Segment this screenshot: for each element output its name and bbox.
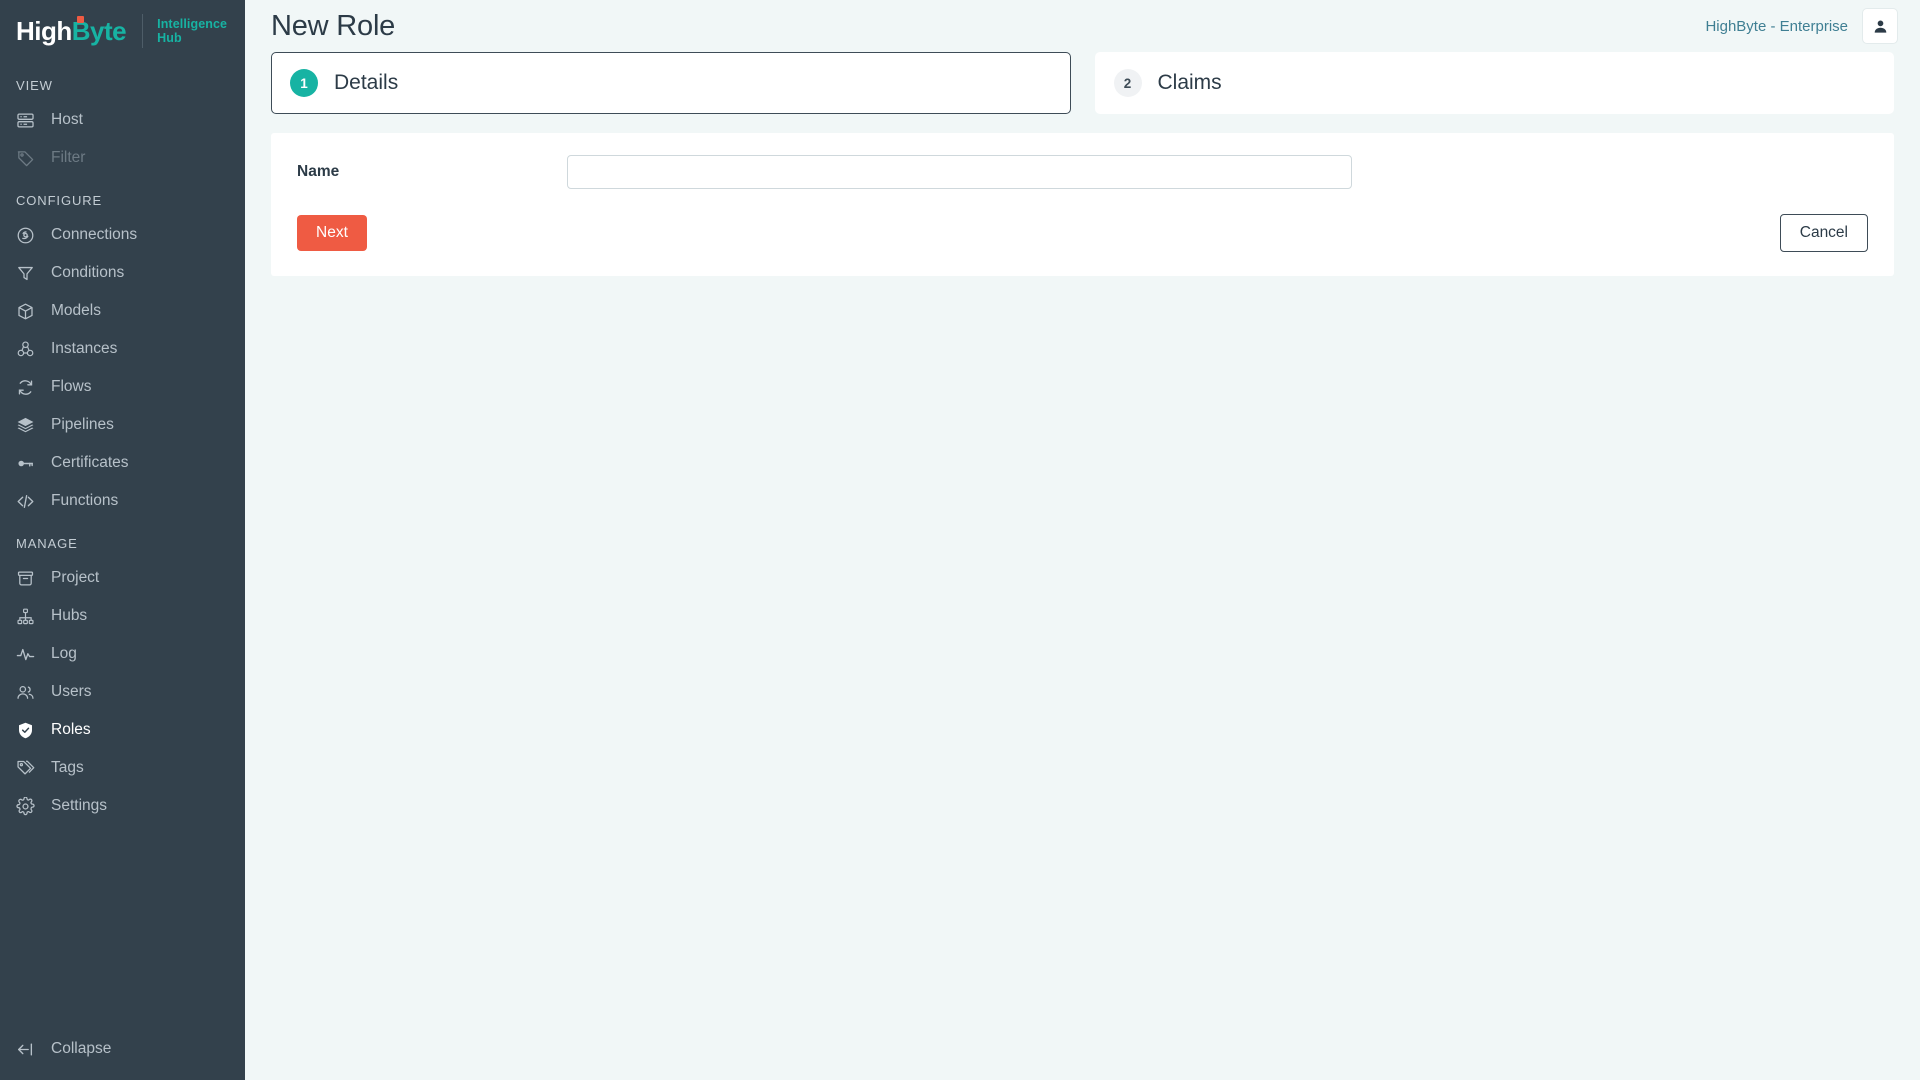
cancel-button[interactable]: Cancel bbox=[1779, 214, 1868, 252]
top-bar-right: HighByte - Enterprise bbox=[1705, 8, 1898, 44]
sidebar-item-hubs[interactable]: Hubs bbox=[0, 597, 245, 635]
tenant-label: HighByte - Enterprise bbox=[1705, 17, 1848, 35]
hierarchy-icon bbox=[16, 607, 42, 626]
tab-details[interactable]: 1 Details bbox=[271, 52, 1071, 114]
step-number-badge: 2 bbox=[1113, 69, 1142, 97]
logo-divider bbox=[142, 14, 144, 48]
details-form-panel: Name Next Cancel bbox=[271, 133, 1894, 276]
form-actions: Next Cancel bbox=[297, 214, 1868, 252]
users-icon bbox=[16, 683, 42, 702]
sidebar-item-label: Roles bbox=[51, 721, 91, 738]
name-input[interactable] bbox=[567, 155, 1352, 189]
sidebar-section-configure: CONFIGURE bbox=[16, 193, 103, 208]
refresh-circle-icon bbox=[16, 378, 42, 397]
name-field-row: Name bbox=[297, 155, 1868, 189]
logo-wordmark: HighByte bbox=[16, 16, 127, 46]
sidebar-item-label: Filter bbox=[51, 149, 86, 166]
sidebar-item-label: Instances bbox=[51, 340, 118, 357]
server-icon bbox=[16, 111, 42, 130]
user-menu-button[interactable] bbox=[1862, 8, 1898, 44]
sidebar-item-instances[interactable]: Instances bbox=[0, 330, 245, 368]
sidebar-item-functions[interactable]: Functions bbox=[0, 482, 245, 520]
sidebar-item-models[interactable]: Models bbox=[0, 292, 245, 330]
box-icon bbox=[16, 302, 42, 321]
plug-circle-icon bbox=[16, 226, 42, 245]
sidebar-item-users[interactable]: Users bbox=[0, 673, 245, 711]
sidebar-item-connections[interactable]: Connections bbox=[0, 216, 245, 254]
sidebar-collapse-button[interactable]: Collapse bbox=[0, 1032, 111, 1066]
sidebar-item-label: Hubs bbox=[51, 607, 88, 624]
sidebar: HighByte Intelligence Hub VIEW Host Filt… bbox=[0, 0, 245, 1080]
sidebar-collapse-label: Collapse bbox=[51, 1040, 112, 1057]
sidebar-item-label: Tags bbox=[51, 759, 84, 776]
main-content: New Role HighByte - Enterprise 1 Details bbox=[245, 0, 1920, 1080]
gear-icon bbox=[16, 796, 42, 816]
logo-dot-icon bbox=[77, 16, 84, 23]
step-tabs: 1 Details 2 Claims bbox=[245, 52, 1920, 114]
sidebar-item-label: Certificates bbox=[51, 454, 129, 471]
layers-icon bbox=[16, 416, 42, 435]
sidebar-item-tags[interactable]: Tags bbox=[0, 749, 245, 787]
sidebar-item-label: Settings bbox=[51, 797, 108, 814]
top-bar: New Role HighByte - Enterprise bbox=[245, 0, 1920, 52]
sidebar-item-pipelines[interactable]: Pipelines bbox=[0, 406, 245, 444]
sidebar-item-label: Functions bbox=[51, 492, 119, 509]
sidebar-item-flows[interactable]: Flows bbox=[0, 368, 245, 406]
app-root: HighByte Intelligence Hub VIEW Host Filt… bbox=[0, 0, 1920, 1080]
sidebar-section-view: VIEW bbox=[16, 78, 53, 93]
sidebar-item-label: Conditions bbox=[51, 264, 125, 281]
arrow-to-left-icon bbox=[16, 1040, 42, 1059]
archive-icon bbox=[16, 569, 42, 588]
tags-icon bbox=[16, 759, 42, 778]
sidebar-item-label: Models bbox=[51, 302, 101, 319]
next-button[interactable]: Next bbox=[297, 215, 367, 251]
logo-subtitle: Intelligence Hub bbox=[157, 17, 228, 45]
code-brackets-icon bbox=[16, 492, 42, 511]
sidebar-item-project[interactable]: Project bbox=[0, 559, 245, 597]
app-logo[interactable]: HighByte Intelligence Hub bbox=[0, 0, 245, 62]
tag-icon bbox=[16, 149, 42, 168]
sidebar-item-conditions[interactable]: Conditions bbox=[0, 254, 245, 292]
funnel-icon bbox=[16, 264, 42, 283]
logo-high: High bbox=[16, 16, 72, 46]
key-icon bbox=[16, 454, 42, 473]
sidebar-item-label: Project bbox=[51, 569, 100, 586]
sidebar-item-label: Log bbox=[51, 645, 77, 662]
step-label: Details bbox=[334, 71, 399, 94]
sidebar-item-label: Connections bbox=[51, 226, 138, 243]
boxes-cluster-icon bbox=[16, 340, 42, 359]
sidebar-item-label: Pipelines bbox=[51, 416, 114, 433]
sidebar-section-manage: MANAGE bbox=[16, 536, 78, 551]
sidebar-item-settings[interactable]: Settings bbox=[0, 787, 245, 825]
step-number-badge: 1 bbox=[290, 69, 318, 97]
person-icon bbox=[1872, 18, 1889, 35]
step-label: Claims bbox=[1157, 71, 1222, 94]
sidebar-item-certificates[interactable]: Certificates bbox=[0, 444, 245, 482]
name-label: Name bbox=[297, 163, 340, 180]
sidebar-item-roles[interactable]: Roles bbox=[0, 711, 245, 749]
sidebar-item-log[interactable]: Log bbox=[0, 635, 245, 673]
sidebar-item-label: Users bbox=[51, 683, 92, 700]
tab-claims[interactable]: 2 Claims bbox=[1094, 52, 1894, 114]
sidebar-item-label: Flows bbox=[51, 378, 92, 395]
page-title: New Role bbox=[271, 9, 396, 42]
activity-pulse-icon bbox=[16, 645, 42, 664]
shield-check-icon bbox=[16, 721, 42, 740]
sidebar-item-host[interactable]: Host bbox=[0, 101, 245, 139]
sidebar-item-label: Host bbox=[51, 111, 83, 128]
sidebar-item-filter[interactable]: Filter bbox=[0, 139, 245, 177]
